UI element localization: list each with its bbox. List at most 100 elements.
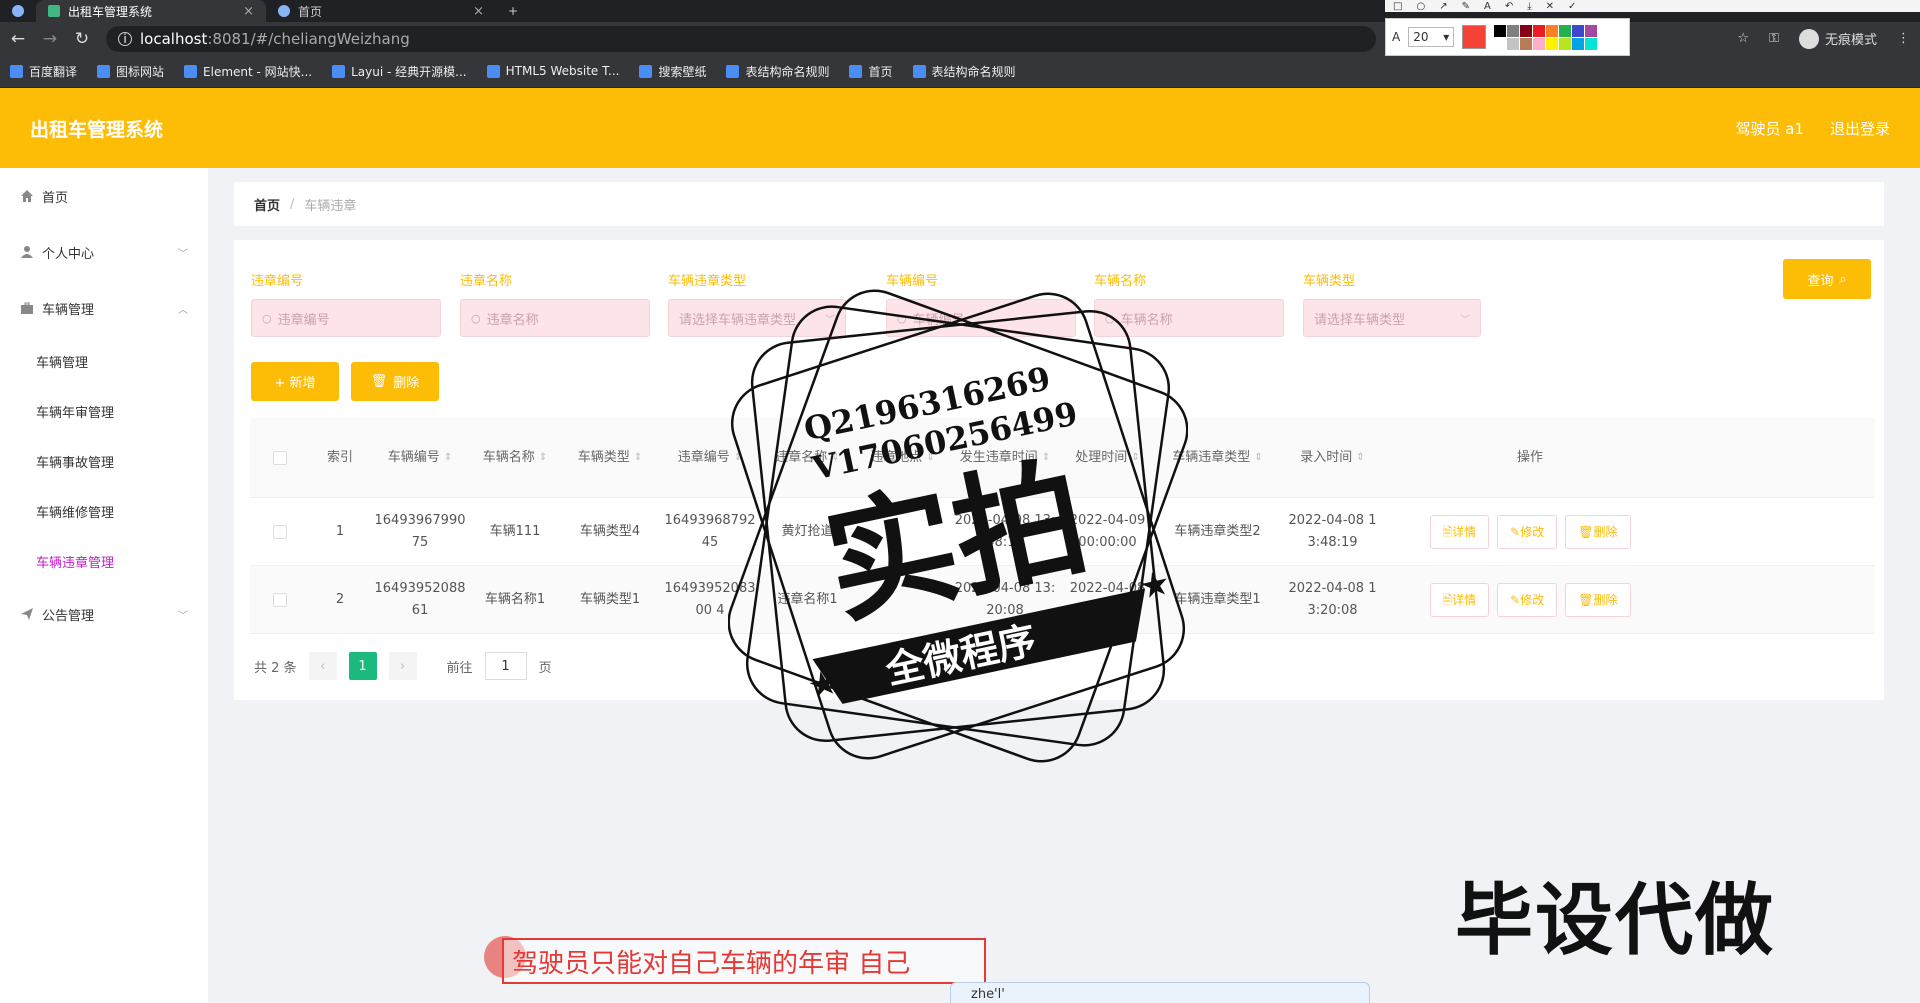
- sort-icon[interactable]: ⇕: [831, 447, 839, 469]
- sidebar-subitem[interactable]: 车辆年审管理: [0, 386, 208, 436]
- edit-button[interactable]: ✎ 修改: [1497, 514, 1558, 549]
- sort-icon[interactable]: ⇕: [1042, 447, 1050, 469]
- sidebar-item-vehicles[interactable]: 车辆管理 ︿: [0, 280, 208, 336]
- palette-swatch[interactable]: [1572, 24, 1585, 37]
- palette-swatch[interactable]: [1546, 24, 1559, 37]
- browser-tab[interactable]: 首页 ×: [266, 0, 496, 22]
- download-icon[interactable]: ⤓: [1527, 1, 1531, 12]
- palette-swatch[interactable]: [1507, 37, 1520, 50]
- add-button[interactable]: + 新增: [251, 362, 339, 401]
- column-header[interactable]: 车辆名称 ⇕: [470, 447, 560, 469]
- filter-input[interactable]: ○ 车辆名称: [1094, 299, 1284, 337]
- palette-swatch[interactable]: [1494, 37, 1507, 50]
- sort-icon[interactable]: ⇕: [1131, 447, 1139, 469]
- row-checkbox[interactable]: [273, 592, 287, 607]
- reload-icon[interactable]: ↻: [74, 29, 90, 49]
- circle-tool-icon[interactable]: ○: [1416, 1, 1425, 12]
- incognito-indicator[interactable]: 无痕模式: [1798, 28, 1877, 49]
- goto-page-input[interactable]: 1: [484, 652, 527, 680]
- tab-close-icon[interactable]: ×: [243, 4, 254, 19]
- filter-input[interactable]: ○ 车辆编号: [886, 299, 1076, 337]
- sidebar-subitem[interactable]: 车辆维修管理: [0, 486, 208, 536]
- bookmark-item[interactable]: 搜索壁纸: [639, 63, 706, 80]
- star-icon[interactable]: ☆: [1737, 31, 1749, 46]
- bookmark-item[interactable]: 表结构命名规则: [726, 63, 829, 80]
- search-button[interactable]: 查询 ⌕: [1783, 259, 1871, 299]
- palette-swatch[interactable]: [1520, 37, 1533, 50]
- bookmark-item[interactable]: 百度翻译: [10, 63, 77, 80]
- arrow-tool-icon[interactable]: ↗: [1439, 1, 1447, 12]
- bookmark-item[interactable]: HTML5 Website T...: [486, 64, 619, 78]
- browser-tab-active[interactable]: 出租车管理系统 ×: [36, 0, 266, 22]
- row-select-cell[interactable]: [250, 524, 310, 539]
- sidebar-subitem[interactable]: 车辆事故管理: [0, 436, 208, 486]
- next-page-button[interactable]: ›: [388, 652, 417, 680]
- bookmark-item[interactable]: 图标网站: [97, 63, 164, 80]
- column-header[interactable]: 车辆类型 ⇕: [560, 447, 660, 469]
- sort-icon[interactable]: ⇕: [539, 447, 547, 469]
- palette-swatch[interactable]: [1546, 37, 1559, 50]
- browser-menu[interactable]: [0, 0, 36, 22]
- sidebar-item-notice[interactable]: 公告管理 ﹀: [0, 586, 208, 642]
- pen-tool-icon[interactable]: ✎: [1462, 1, 1470, 12]
- undo-icon[interactable]: ↶: [1505, 1, 1513, 12]
- palette-swatch[interactable]: [1559, 37, 1572, 50]
- current-color-swatch[interactable]: [1462, 25, 1487, 49]
- tab-close-icon[interactable]: ×: [473, 4, 484, 19]
- bookmark-item[interactable]: Layui - 经典开源模...: [332, 63, 467, 80]
- sidebar-subitem[interactable]: 车辆管理: [0, 336, 208, 386]
- bookmark-item[interactable]: 首页: [849, 63, 893, 80]
- filter-input[interactable]: ○ 违章编号: [251, 299, 441, 337]
- row-select-cell[interactable]: [250, 592, 310, 607]
- new-tab-button[interactable]: +: [496, 0, 530, 22]
- batch-delete-button[interactable]: 🗑 删除: [351, 362, 439, 401]
- delete-button[interactable]: 🗑 删除: [1565, 514, 1631, 549]
- detail-button[interactable]: 🗎 详情: [1429, 514, 1490, 549]
- back-icon[interactable]: ←: [10, 29, 26, 49]
- page-number-button[interactable]: 1: [348, 652, 377, 680]
- bookmark-item[interactable]: Element - 网站快...: [184, 63, 312, 80]
- font-size-select[interactable]: 20 ▾: [1408, 27, 1455, 47]
- filter-select[interactable]: 请选择车辆类型 ﹀: [1303, 299, 1481, 337]
- sort-icon[interactable]: ⇕: [444, 447, 452, 469]
- kebab-menu-icon[interactable]: ⋮: [1897, 31, 1910, 46]
- detail-button[interactable]: 🗎 详情: [1429, 582, 1490, 617]
- column-header[interactable]: 录入时间 ⇕: [1280, 447, 1385, 469]
- palette-swatch[interactable]: [1585, 24, 1598, 37]
- sort-icon[interactable]: ⇕: [1254, 447, 1262, 469]
- palette-swatch[interactable]: [1533, 37, 1546, 50]
- url-field[interactable]: i localhost:8081/#/cheliangWeizhang: [106, 25, 1376, 52]
- palette-swatch[interactable]: [1494, 24, 1507, 37]
- palette-swatch[interactable]: [1572, 37, 1585, 50]
- sidebar-subitem[interactable]: 车辆违章管理: [0, 536, 208, 586]
- key-icon[interactable]: ⚿: [1769, 31, 1779, 46]
- caption-text-box[interactable]: 驾驶员只能对自己车辆的年审 自己: [502, 938, 986, 984]
- edit-button[interactable]: ✎ 修改: [1497, 582, 1558, 617]
- column-header[interactable]: 处理时间 ⇕: [1060, 447, 1155, 469]
- forward-icon[interactable]: →: [42, 29, 58, 49]
- column-header[interactable]: 违章名称 ⇕: [760, 447, 855, 469]
- prev-page-button[interactable]: ‹: [308, 652, 337, 680]
- sort-icon[interactable]: ⇕: [634, 447, 642, 469]
- column-header[interactable]: 车辆编号 ⇕: [370, 447, 470, 469]
- palette-swatch[interactable]: [1559, 24, 1572, 37]
- close-icon[interactable]: ✕: [1546, 1, 1554, 12]
- row-checkbox[interactable]: [273, 524, 287, 539]
- select-all-cell[interactable]: [250, 450, 310, 465]
- filter-input[interactable]: ○ 违章名称: [460, 299, 650, 337]
- palette-swatch[interactable]: [1520, 24, 1533, 37]
- sort-icon[interactable]: ⇕: [1356, 447, 1364, 469]
- bookmark-item[interactable]: 表结构命名规则: [912, 63, 1016, 80]
- palette-swatch[interactable]: [1507, 24, 1520, 37]
- column-header[interactable]: 发生违章时间 ⇕: [950, 447, 1060, 469]
- palette-swatch[interactable]: [1585, 37, 1598, 50]
- sidebar-item-home[interactable]: 首页: [0, 168, 208, 224]
- column-header[interactable]: 车辆违章类型 ⇕: [1155, 447, 1280, 469]
- filter-select[interactable]: 请选择车辆违章类型 ﹀: [668, 299, 846, 337]
- column-header[interactable]: 违章编号 ⇕: [660, 447, 760, 469]
- text-tool-icon[interactable]: A: [1484, 1, 1491, 12]
- delete-button[interactable]: 🗑 删除: [1565, 582, 1631, 617]
- breadcrumb-home[interactable]: 首页: [254, 195, 280, 214]
- check-icon[interactable]: ✓: [1568, 1, 1576, 12]
- sidebar-item-personal[interactable]: 个人中心 ﹀: [0, 224, 208, 280]
